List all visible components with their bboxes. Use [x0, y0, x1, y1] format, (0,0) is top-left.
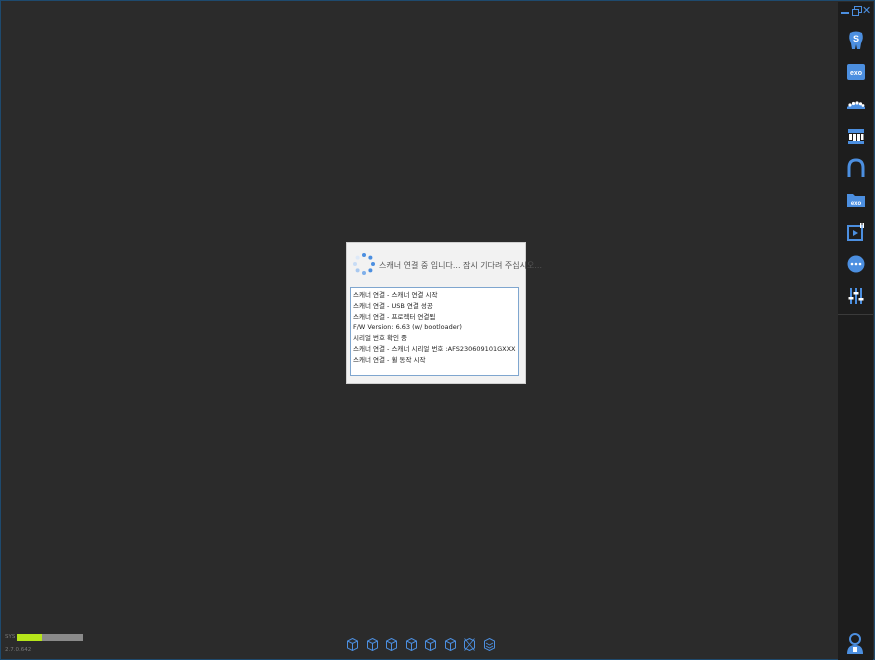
log-line: 스캐너 연결 - USB 연결 성공 [353, 301, 433, 310]
bottom-tool[interactable] [483, 638, 495, 651]
svg-text:exo: exo [849, 70, 861, 77]
tool-scan-tooth[interactable]: S [838, 24, 873, 56]
tool-lower-jaw[interactable] [838, 88, 873, 120]
model-cube-icon [386, 638, 397, 651]
loading-spinner-icon [353, 253, 375, 275]
tooth-s-icon: S [848, 31, 863, 49]
sys-usage-bar [17, 634, 83, 641]
scanner-connect-dialog: 스캐너 연결 중 입니다... 잠시 기다려 주십시오... 스캐너 연결 - … [346, 242, 542, 384]
log-line: F/W Version: 6.63 (w/ bootloader) [353, 323, 462, 332]
tool-settings[interactable] [838, 280, 873, 312]
exo-folder-icon: exo [846, 194, 865, 207]
model-cube-icon [366, 638, 378, 651]
sliders-icon [848, 288, 863, 304]
right-toolbar: ✕ S exo exo [838, 2, 873, 660]
bottom-tool[interactable] [347, 638, 358, 651]
exo-icon: exo [846, 64, 865, 80]
bottom-tool[interactable] [405, 638, 417, 651]
window-controls: ✕ [841, 5, 871, 16]
restore-icon[interactable] [851, 5, 862, 16]
bottom-tool[interactable] [444, 638, 456, 651]
log-line: 스캐너 연결 - 스캐너 시리얼 번호 :AFS230609101GXXX [353, 344, 516, 353]
log-line: 스캐너 연결 - 스캐너 연결 시작 [353, 291, 438, 299]
svg-text:exo: exo [850, 201, 861, 207]
log-line: 스캐너 연결 - 휠 동작 시작 [353, 355, 426, 364]
close-icon[interactable]: ✕ [862, 5, 871, 16]
model-cube-icon [405, 638, 417, 651]
dialog-message: 스캐너 연결 중 입니다... 잠시 기다려 주십시오... [379, 261, 542, 270]
tool-exo-folder[interactable]: exo [838, 184, 873, 216]
tool-exo[interactable]: exo [838, 56, 873, 88]
model-cube-icon [347, 638, 358, 651]
bottom-tool[interactable] [425, 638, 436, 651]
bottom-tool[interactable] [386, 638, 397, 651]
log-line: 시리얼 번호 확인 중 [353, 334, 408, 343]
tool-list: S exo exo [838, 24, 873, 315]
options-icon [847, 255, 864, 273]
sys-label: SYS [5, 634, 16, 640]
model-cube-icon [425, 638, 436, 651]
tool-video[interactable] [838, 216, 873, 248]
bottom-tool[interactable] [464, 638, 475, 651]
upper-jaw-icon [847, 129, 864, 144]
model-cube-icon [444, 638, 456, 651]
video-icon [846, 223, 864, 241]
dialog-header: 스캐너 연결 중 입니다... 잠시 기다려 주십시오... [347, 243, 542, 285]
arch-icon [847, 158, 864, 177]
minimize-icon[interactable] [841, 6, 850, 15]
user-button[interactable] [845, 632, 865, 656]
tool-options[interactable] [838, 248, 873, 280]
transform-cube-icon [464, 638, 475, 651]
toolbar-divider [838, 314, 873, 315]
bottom-tool[interactable] [366, 638, 378, 651]
connection-log[interactable]: 스캐너 연결 - 스캐너 연결 시작 스캐너 연결 - USB 연결 성공 스캐… [350, 287, 519, 376]
log-line: 스캐너 연결 - 프로젝터 연결됨 [353, 312, 436, 321]
version-label: 2.7.0.642 [5, 647, 32, 653]
tool-arch[interactable] [838, 152, 873, 184]
tool-upper-jaw[interactable] [838, 120, 873, 152]
lower-jaw-icon [846, 101, 865, 109]
app-window: ✕ S exo exo 스캐너 연결 중 입니다... 잠시 기다려 주십시오.… [0, 0, 875, 660]
sys-usage-fill [17, 634, 43, 641]
layers-cube-icon [483, 638, 495, 651]
bottom-toolbar [347, 638, 495, 651]
svg-text:S: S [852, 34, 858, 44]
user-icon [847, 633, 863, 654]
